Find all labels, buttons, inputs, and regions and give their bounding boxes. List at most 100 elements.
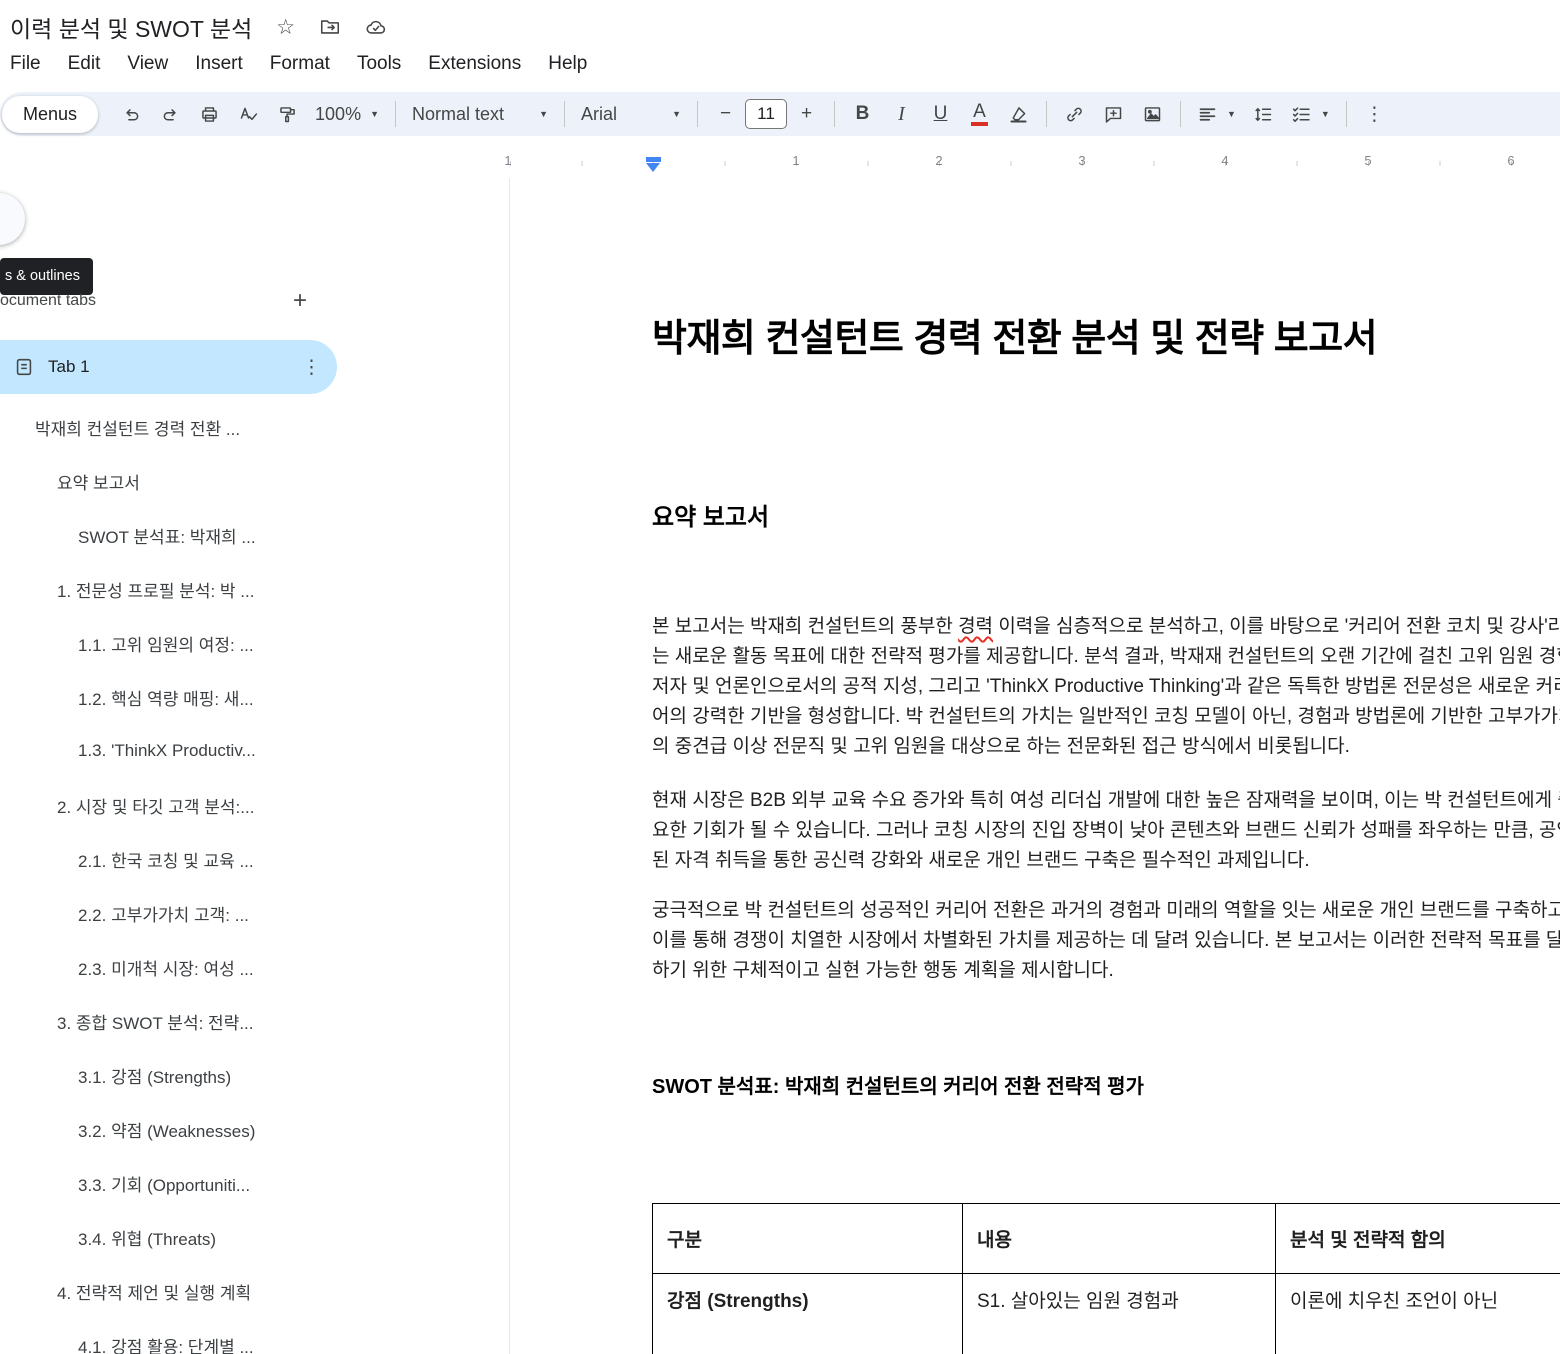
outline-item[interactable]: 요약 보고서 xyxy=(0,454,509,508)
paint-format-icon[interactable] xyxy=(268,98,307,131)
paragraph-text: 본 보고서는 박재희 컨설턴트의 풍부한 xyxy=(652,616,958,637)
chevron-down-icon: ▼ xyxy=(539,109,548,119)
document-title[interactable]: 이력 분석 및 SWOT 분석 xyxy=(10,10,252,44)
undo-icon[interactable] xyxy=(112,98,151,131)
menu-help[interactable]: Help xyxy=(548,53,587,75)
spellcheck-icon[interactable] xyxy=(229,98,268,131)
highlight-color-icon[interactable] xyxy=(999,98,1038,131)
menubar: File Edit View Insert Format Tools Exten… xyxy=(0,53,1560,75)
underline-button[interactable]: U xyxy=(921,98,960,131)
ruler-ticks xyxy=(510,161,1560,166)
outline-item[interactable]: 3. 종합 SWOT 분석: 전략... xyxy=(0,994,509,1048)
outline-item[interactable]: 4. 전략적 제언 및 실행 계획 xyxy=(0,1264,509,1318)
document-page[interactable]: 박재희 컨설턴트 경력 전환 분석 및 전략 보고서 요약 보고서 본 보고서는… xyxy=(510,178,1560,1354)
toolbar-divider xyxy=(1046,101,1047,127)
chevron-down-icon: ▼ xyxy=(370,109,379,119)
redo-icon[interactable] xyxy=(151,98,190,131)
doc-paragraph-3: 궁극적으로 박 컨설턴트의 성공적인 커리어 전환은 과거의 경험과 미래의 역… xyxy=(652,896,1560,986)
outline-item[interactable]: 2.1. 한국 코칭 및 교육 ... xyxy=(0,832,509,886)
outline-item[interactable]: SWOT 분석표: 박재희 ... xyxy=(0,508,509,562)
outline-item[interactable]: 3.4. 위협 (Threats) xyxy=(0,1210,509,1264)
collapsed-panel-button[interactable] xyxy=(0,193,25,245)
menu-extensions[interactable]: Extensions xyxy=(428,53,521,75)
outline-item[interactable]: 2.3. 미개척 시장: 여성 ... xyxy=(0,940,509,994)
insert-image-icon[interactable] xyxy=(1133,98,1172,131)
insert-link-icon[interactable] xyxy=(1055,98,1094,131)
add-comment-icon[interactable] xyxy=(1094,98,1133,131)
tab-icon xyxy=(13,356,35,378)
app-header: 이력 분석 및 SWOT 분석 ☆ File Edit View Insert … xyxy=(0,0,1560,82)
checklist-select[interactable]: ▼ xyxy=(1283,98,1338,131)
menu-format[interactable]: Format xyxy=(270,53,330,75)
paragraph-text: 이력을 심층적으로 분석하고, 이를 바탕으로 '커리어 전환 코치 및 강사'… xyxy=(652,616,1560,757)
outline-item[interactable]: 1.2. 핵심 역량 매핑: 새... xyxy=(0,670,509,724)
font-size-input[interactable]: 11 xyxy=(745,99,787,129)
italic-button[interactable]: I xyxy=(882,98,921,131)
ruler-number: 4 xyxy=(1221,153,1228,168)
toolbar-divider xyxy=(1346,101,1347,127)
align-select[interactable]: ▼ xyxy=(1189,98,1244,131)
doc-summary-heading: 요약 보고서 xyxy=(652,497,1560,532)
tab-label: Tab 1 xyxy=(48,357,90,377)
doc-paragraph-2: 현재 시장은 B2B 외부 교육 수요 증가와 특히 여성 리더십 개발에 대한… xyxy=(652,786,1560,876)
first-line-indent-marker[interactable] xyxy=(646,157,661,162)
ruler-number: 5 xyxy=(1364,153,1371,168)
toolbar-divider xyxy=(564,101,565,127)
table-header-cell: 내용 xyxy=(963,1204,1276,1274)
outline-item[interactable]: 3.1. 강점 (Strengths) xyxy=(0,1048,509,1102)
outline-item[interactable]: 3.3. 기회 (Opportuniti... xyxy=(0,1156,509,1210)
ruler-number: 3 xyxy=(1078,153,1085,168)
bold-button[interactable]: B xyxy=(843,98,882,131)
ruler[interactable]: 1 1 2 3 4 5 6 xyxy=(0,150,1560,177)
font-family-select[interactable]: Arial ▼ xyxy=(573,98,689,131)
outline-item[interactable]: 4.1. 강점 활용: 단계별 ... xyxy=(0,1318,509,1354)
outline-item[interactable]: 1. 전문성 프로필 분석: 박 ... xyxy=(0,562,509,616)
outline-item[interactable]: 1.3. 'ThinkX Productiv... xyxy=(0,724,509,778)
left-indent-marker[interactable] xyxy=(646,163,660,172)
menu-tools[interactable]: Tools xyxy=(357,53,401,75)
toolbar: Menus 100% ▼ Normal text ▼ Arial ▼ − 11 … xyxy=(0,92,1560,136)
outline-item[interactable]: 3.2. 약점 (Weaknesses) xyxy=(0,1102,509,1156)
move-folder-icon[interactable] xyxy=(319,16,341,38)
menu-view[interactable]: View xyxy=(127,53,168,75)
menu-file[interactable]: File xyxy=(10,53,41,75)
table-cell: S1. 살아있는 임원 경험과 xyxy=(963,1274,1276,1354)
outline-item[interactable]: 2. 시장 및 타깃 고객 분석:... xyxy=(0,778,509,832)
ruler-number: 1 xyxy=(792,153,799,168)
menu-edit[interactable]: Edit xyxy=(68,53,101,75)
tab-options-icon[interactable]: ⋮ xyxy=(302,356,321,379)
print-icon[interactable] xyxy=(190,98,229,131)
doc-swot-heading: SWOT 분석표: 박재희 컨설턴트의 커리어 전환 전략적 평가 xyxy=(652,1070,1560,1099)
table-header-row: 구분 내용 분석 및 전략적 함의 xyxy=(653,1204,1560,1274)
text-color-button[interactable]: A xyxy=(960,98,999,131)
table-row: 강점 (Strengths) S1. 살아있는 임원 경험과 이론에 치우친 조… xyxy=(653,1274,1560,1354)
chevron-down-icon: ▼ xyxy=(1227,109,1236,119)
line-spacing-icon[interactable] xyxy=(1244,98,1283,131)
outline-item[interactable]: 박재희 컨설턴트 경력 전환 ... xyxy=(0,400,509,454)
outline-sidebar: s & outlines ocument tabs + Tab 1 ⋮ 박재희 … xyxy=(0,178,510,1354)
zoom-select[interactable]: 100% ▼ xyxy=(307,98,387,131)
misspelled-word: 경력 xyxy=(958,616,993,637)
zoom-value: 100% xyxy=(315,104,361,125)
toolbar-divider xyxy=(697,101,698,127)
toolbar-divider xyxy=(395,101,396,127)
menu-insert[interactable]: Insert xyxy=(195,53,243,75)
outline-item[interactable]: 1.1. 고위 임원의 여정: ... xyxy=(0,616,509,670)
tab-item-1[interactable]: Tab 1 ⋮ xyxy=(0,340,337,394)
star-icon[interactable]: ☆ xyxy=(276,15,295,40)
table-header-cell: 구분 xyxy=(653,1204,963,1274)
menus-button[interactable]: Menus xyxy=(2,96,98,133)
title-row: 이력 분석 및 SWOT 분석 ☆ xyxy=(0,0,1560,44)
add-tab-button[interactable]: + xyxy=(284,287,316,315)
outline-item[interactable]: 2.2. 고부가가치 고객: ... xyxy=(0,886,509,940)
more-options-icon[interactable]: ⋮ xyxy=(1355,98,1394,131)
table-header-cell: 분석 및 전략적 함의 xyxy=(1276,1204,1560,1274)
increase-font-size-button[interactable]: + xyxy=(787,98,826,131)
cloud-status-icon xyxy=(365,16,387,38)
paragraph-style-select[interactable]: Normal text ▼ xyxy=(404,98,556,131)
decrease-font-size-button[interactable]: − xyxy=(706,98,745,131)
doc-title-heading: 박재희 컨설턴트 경력 전환 분석 및 전략 보고서 xyxy=(652,315,1560,363)
document-tabs-header: ocument tabs + xyxy=(0,284,316,318)
document-tabs-label: ocument tabs xyxy=(0,292,96,310)
chevron-down-icon: ▼ xyxy=(1321,109,1330,119)
